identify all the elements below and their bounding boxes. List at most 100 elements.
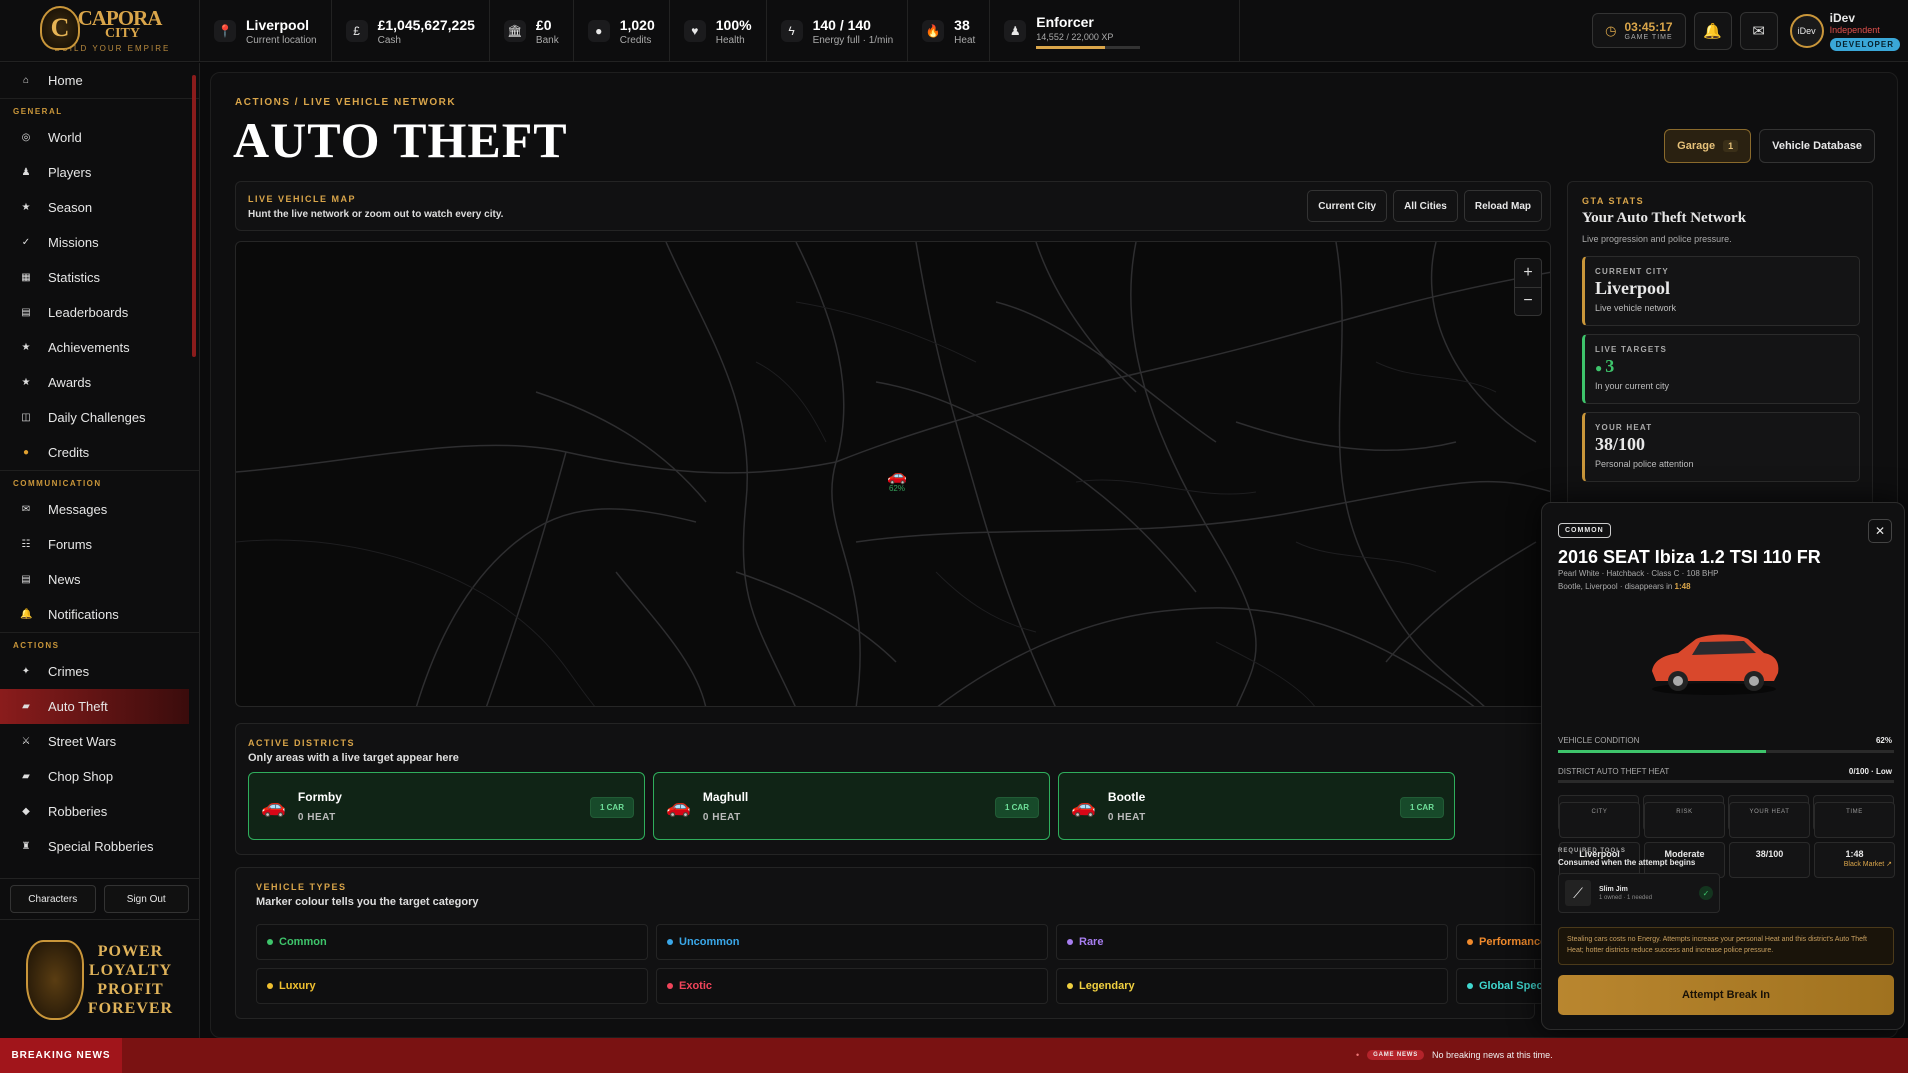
bell-icon: 🔔 — [20, 609, 33, 620]
sidebar-item-crimes[interactable]: ✦ Crimes — [0, 654, 199, 689]
gta-stats-kicker: GTA STATS — [1582, 196, 1645, 206]
sidebar-item-label: Daily Challenges — [48, 410, 146, 425]
sidebar-scrollbar[interactable] — [192, 75, 196, 357]
nav-section-title: COMMUNICATION — [0, 470, 199, 492]
info-key: TIME — [1814, 802, 1895, 838]
vehicle-database-button[interactable]: Vehicle Database — [1759, 129, 1875, 163]
sidebar-item-awards[interactable]: ★ Awards — [0, 365, 199, 400]
rank-icon: ♟ — [1004, 20, 1027, 42]
required-tools-title: REQUIRED TOOLS — [1558, 848, 1626, 854]
zoom-in-icon[interactable]: + — [1515, 259, 1541, 287]
vehicle-type-legendary: Legendary — [1056, 968, 1448, 1004]
district-card[interactable]: 🚗 Formby 0 HEAT 1 CAR — [248, 772, 645, 840]
sidebar-item-players[interactable]: ♟ Players — [0, 155, 199, 190]
vault-icon: ♜ — [21, 841, 31, 852]
stat-label: Energy full · 1/min — [812, 34, 894, 46]
map-zoom-controls: + − — [1514, 258, 1542, 316]
stat-heat[interactable]: 🔥 38 Heat — [908, 0, 991, 62]
sidebar-item-label: Statistics — [48, 270, 101, 285]
stat-bank[interactable]: 🏛 £0 Bank — [490, 0, 574, 62]
live-vehicle-map[interactable]: + − 🚗 62% — [235, 241, 1551, 707]
sidebar-item-leaderboards[interactable]: ▤ Leaderboards — [0, 295, 199, 330]
user-menu[interactable]: iDev iDev Independent DEVELOPER — [1789, 11, 1900, 51]
coin-icon: ● — [587, 20, 610, 42]
sidebar: ⌂ Home GENERAL ◎ World ♟ Players ★ Season ✓ Missio… — [0, 63, 200, 1038]
stat-current[interactable]: 📍 Liverpool Current location — [200, 0, 332, 62]
car-marker-icon: 🚗 — [887, 468, 907, 485]
zoom-out-icon[interactable]: − — [1515, 286, 1541, 316]
vehicle-types-panel: VEHICLE TYPES Marker colour tells you th… — [235, 867, 1848, 1019]
chart-icon: ▦ — [21, 272, 31, 283]
logo-name: CAPORA — [77, 6, 163, 30]
attempt-break-in-button[interactable]: Attempt Break In — [1558, 975, 1894, 1015]
sidebar-item-robberies[interactable]: ◆ Robberies — [0, 794, 199, 829]
vehicle-marker[interactable]: 🚗 62% — [884, 466, 910, 493]
home-icon: ⌂ — [22, 75, 30, 86]
stat-energy[interactable]: ϟ 140 / 140 Energy full · 1/min — [767, 0, 909, 62]
type-dot-icon — [1467, 939, 1473, 945]
sidebar-item-label: World — [48, 130, 82, 145]
rank-xp: 14,552 / 22,000 XP — [1036, 31, 1114, 42]
stat-value: 140 / 140 — [812, 16, 871, 33]
sidebar-item-street-wars[interactable]: ⚔ Street Wars — [0, 724, 199, 759]
sign-out-button[interactable]: Sign Out — [103, 885, 189, 913]
sidebar-item-achievements[interactable]: ★ Achievements — [0, 330, 199, 365]
stat-card-targets: LIVE TARGETS ● 3 In your current city — [1582, 334, 1860, 404]
sidebar-item-home[interactable]: ⌂ Home — [0, 63, 199, 98]
pound-icon: £ — [345, 20, 368, 42]
location-pin-icon: 📍 — [214, 20, 236, 42]
avatar[interactable]: iDev — [1789, 13, 1824, 48]
breadcrumb: ACTIONS / LIVE VEHICLE NETWORK — [235, 97, 457, 108]
type-dot-icon — [267, 983, 273, 989]
clock-icon: ◷ — [1605, 22, 1617, 38]
sidebar-item-news[interactable]: ▤ News — [0, 562, 199, 597]
sidebar-item-messages[interactable]: ✉ Messages — [0, 492, 199, 527]
all-cities-button[interactable]: All Cities — [1393, 190, 1458, 222]
heart-icon: ♥ — [683, 20, 706, 42]
stat-label: Credits — [619, 34, 652, 46]
stat-value: 1,020 — [619, 16, 655, 33]
characters-button[interactable]: Characters — [10, 885, 96, 913]
leaderboard-icon: ▤ — [21, 307, 31, 318]
stat-key: LIVE TARGETS — [1595, 345, 1668, 354]
stat-cash[interactable]: £ £1,045,627,225 Cash — [332, 0, 490, 62]
clock-label: GAME TIME — [1624, 34, 1673, 41]
sidebar-item-forums[interactable]: ☷ Forums — [0, 527, 199, 562]
garage-button[interactable]: Garage 1 — [1664, 129, 1752, 163]
current-city-button[interactable]: Current City — [1307, 190, 1388, 222]
motto-line: FOREVER — [87, 999, 174, 1017]
stat-desc: Personal police attention — [1595, 459, 1694, 469]
black-market-link[interactable]: Black Market ↗ — [1844, 860, 1892, 868]
sidebar-item-statistics[interactable]: ▦ Statistics — [0, 260, 199, 295]
live-dot-icon: ● — [1595, 361, 1606, 375]
district-card[interactable]: 🚗 Maghull 0 HEAT 1 CAR — [653, 772, 1050, 840]
user-name: iDev — [1829, 11, 1856, 25]
motto-banner: POWER LOYALTY PROFIT FOREVER — [0, 919, 199, 1039]
stat-health[interactable]: ♥ 100% Health — [670, 0, 767, 62]
reload-map-button[interactable]: Reload Map — [1463, 190, 1542, 222]
xp-progress-bar — [1036, 45, 1141, 49]
stat-credits[interactable]: ● 1,020 Credits — [574, 0, 670, 62]
sidebar-item-chop-shop[interactable]: ▰ Chop Shop — [0, 759, 199, 794]
notifications-bell-icon[interactable]: 🔔 — [1693, 11, 1732, 50]
sidebar-item-special-robberies[interactable]: ♜ Special Robberies — [0, 829, 199, 864]
stat-value: £0 — [535, 16, 552, 33]
sidebar-item-season[interactable]: ★ Season — [0, 190, 199, 225]
sidebar-item-notifications[interactable]: 🔔 Notifications — [0, 597, 199, 632]
sidebar-item-credits[interactable]: ● Credits — [0, 435, 199, 470]
messages-mail-icon[interactable]: ✉ — [1739, 11, 1778, 50]
sidebar-item-daily-challenges[interactable]: ◫ Daily Challenges — [0, 400, 199, 435]
rank-display[interactable]: ♟ Enforcer 14,552 / 22,000 XP — [990, 0, 1241, 62]
condition-bar — [1558, 750, 1894, 753]
logo[interactable]: C CAPORA CITY BUILD YOUR EMPIRE — [0, 0, 200, 62]
sidebar-item-auto-theft[interactable]: ▰ Auto Theft — [0, 689, 189, 724]
vehicle-type-label: Uncommon — [679, 936, 740, 948]
district-car-count: 1 CAR — [1399, 797, 1444, 818]
sidebar-item-missions[interactable]: ✓ Missions — [0, 225, 199, 260]
district-card[interactable]: 🚗 Bootle 0 HEAT 1 CAR — [1058, 772, 1455, 840]
tool-name: Slim Jim — [1599, 885, 1628, 893]
vehicle-type-label: Rare — [1079, 936, 1104, 948]
close-icon[interactable]: ✕ — [1868, 519, 1892, 543]
vehicle-type-label: Legendary — [1079, 980, 1135, 992]
sidebar-item-world[interactable]: ◎ World — [0, 120, 199, 155]
